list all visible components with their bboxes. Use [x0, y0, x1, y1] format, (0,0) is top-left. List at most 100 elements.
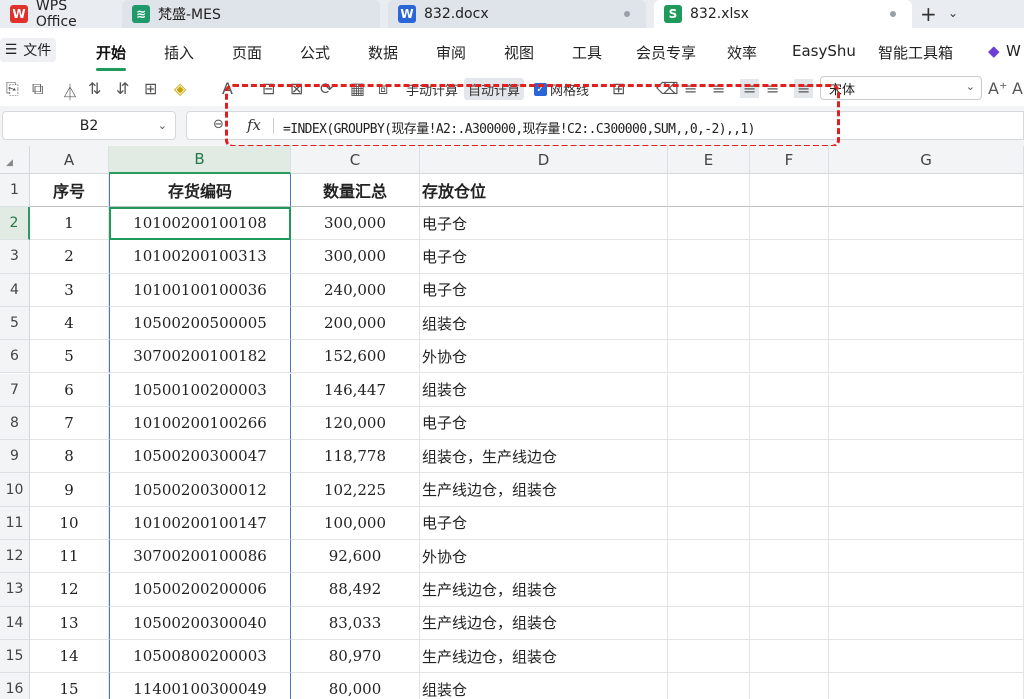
- empty-cell[interactable]: [750, 506, 829, 540]
- empty-cell[interactable]: [668, 207, 750, 241]
- header-cell-qty[interactable]: 数量汇总: [291, 174, 420, 207]
- row-header[interactable]: 16: [0, 673, 30, 699]
- col-header-c[interactable]: C: [291, 146, 420, 174]
- location-cell[interactable]: 电子仓: [420, 506, 668, 540]
- location-cell[interactable]: 外协仓: [420, 540, 668, 574]
- menu-page[interactable]: 页面: [232, 42, 262, 63]
- increase-font-icon[interactable]: A⁺: [988, 79, 1007, 98]
- empty-cell[interactable]: [750, 606, 829, 640]
- align-left-icon[interactable]: ≡: [766, 79, 779, 98]
- tab-xlsx[interactable]: S 832.xlsx: [654, 0, 912, 28]
- seq-cell[interactable]: 3: [30, 273, 109, 307]
- code-cell[interactable]: 30700200100086: [109, 540, 291, 574]
- empty-cell[interactable]: [668, 406, 750, 441]
- code-cell[interactable]: 10100200100108: [109, 207, 291, 241]
- location-cell[interactable]: 外协仓: [420, 340, 668, 374]
- qty-cell[interactable]: 92,600: [291, 540, 420, 574]
- empty-cell[interactable]: [668, 639, 750, 674]
- empty-cell[interactable]: [750, 673, 829, 699]
- tab-mes[interactable]: ≋ 梵盛-MES: [122, 0, 380, 28]
- decrease-font-icon[interactable]: A: [1012, 79, 1023, 98]
- col-header-d[interactable]: D: [420, 146, 668, 174]
- location-cell[interactable]: 生产线边仓，组装仓: [420, 573, 668, 607]
- empty-cell[interactable]: [668, 306, 750, 341]
- align-middle-icon[interactable]: ≡: [712, 79, 725, 98]
- tab-list-chevron-icon[interactable]: ⌄: [948, 6, 958, 20]
- col-header-a[interactable]: A: [30, 146, 109, 174]
- empty-cell[interactable]: [829, 639, 1024, 674]
- sort-desc-icon[interactable]: ⇵: [116, 79, 129, 98]
- empty-cell[interactable]: [750, 639, 829, 674]
- auto-calc-button[interactable]: 自动计算: [464, 78, 525, 100]
- ai-menu-icon[interactable]: ◆: [988, 42, 1000, 60]
- location-cell[interactable]: 组装仓: [420, 673, 668, 699]
- code-cell[interactable]: 10500100200003: [109, 373, 291, 407]
- menu-member[interactable]: 会员专享: [636, 42, 696, 63]
- col-header-e[interactable]: E: [668, 146, 750, 174]
- qty-cell[interactable]: 100,000: [291, 506, 420, 540]
- menu-view[interactable]: 视图: [504, 42, 534, 63]
- location-cell[interactable]: 电子仓: [420, 207, 668, 241]
- paste-special-icon[interactable]: ⧉: [32, 79, 43, 99]
- location-cell[interactable]: 电子仓: [420, 240, 668, 274]
- row-header[interactable]: 8: [0, 406, 30, 441]
- empty-cell[interactable]: [668, 174, 750, 207]
- insert-row-icon[interactable]: ⊟: [262, 79, 275, 98]
- empty-cell[interactable]: [829, 440, 1024, 474]
- empty-cell[interactable]: [750, 573, 829, 607]
- qty-cell[interactable]: 118,778: [291, 440, 420, 474]
- name-box[interactable]: B2 ⌄: [2, 111, 176, 140]
- qty-cell[interactable]: 146,447: [291, 373, 420, 407]
- filter-icon[interactable]: ⏃: [62, 79, 78, 103]
- col-header-f[interactable]: F: [750, 146, 829, 174]
- qty-cell[interactable]: 120,000: [291, 406, 420, 441]
- empty-cell[interactable]: [668, 340, 750, 374]
- menu-cut-label[interactable]: W: [1006, 42, 1021, 60]
- empty-cell[interactable]: [750, 440, 829, 474]
- empty-cell[interactable]: [829, 273, 1024, 307]
- empty-cell[interactable]: [750, 273, 829, 307]
- row-header[interactable]: 13: [0, 573, 30, 607]
- empty-cell[interactable]: [829, 207, 1024, 241]
- row-header[interactable]: 5: [0, 306, 30, 341]
- empty-cell[interactable]: [668, 540, 750, 574]
- empty-cell[interactable]: [668, 473, 750, 507]
- qty-cell[interactable]: 300,000: [291, 240, 420, 274]
- empty-cell[interactable]: [829, 673, 1024, 699]
- code-cell[interactable]: 10100200100147: [109, 506, 291, 540]
- code-cell[interactable]: 10500200500005: [109, 306, 291, 341]
- header-cell-location[interactable]: 存放仓位: [420, 174, 668, 207]
- font-color-icon[interactable]: A: [222, 79, 233, 98]
- gridlines-toggle[interactable]: ✓ 网格线: [530, 78, 593, 100]
- empty-cell[interactable]: [829, 306, 1024, 341]
- empty-cell[interactable]: [750, 340, 829, 374]
- tab-wps-office[interactable]: W WPS Office: [0, 0, 112, 30]
- code-cell[interactable]: 10100100100036: [109, 273, 291, 307]
- qty-cell[interactable]: 240,000: [291, 273, 420, 307]
- row-header[interactable]: 11: [0, 506, 30, 540]
- empty-cell[interactable]: [668, 240, 750, 274]
- empty-cell[interactable]: [829, 373, 1024, 407]
- manual-calc-button[interactable]: 手动计算: [402, 78, 462, 100]
- menu-data[interactable]: 数据: [368, 42, 398, 63]
- location-cell[interactable]: 组装仓，生产线边仓: [420, 440, 668, 474]
- row-header[interactable]: 15: [0, 639, 30, 674]
- empty-cell[interactable]: [829, 506, 1024, 540]
- location-cell[interactable]: 生产线边仓，组装仓: [420, 639, 668, 674]
- recalc-icon[interactable]: ⟳: [320, 79, 333, 98]
- code-cell[interactable]: 10500200300012: [109, 473, 291, 507]
- empty-cell[interactable]: [750, 306, 829, 341]
- empty-cell[interactable]: [750, 240, 829, 274]
- tab-docx[interactable]: W 832.docx: [388, 0, 646, 28]
- code-cell[interactable]: 10500200300040: [109, 606, 291, 640]
- row-header[interactable]: 9: [0, 440, 30, 474]
- empty-cell[interactable]: [829, 340, 1024, 374]
- format-painter-icon[interactable]: ⎘: [6, 79, 19, 99]
- menu-efficiency[interactable]: 效率: [727, 42, 757, 63]
- qty-cell[interactable]: 88,492: [291, 573, 420, 607]
- row-header[interactable]: 2: [0, 207, 30, 241]
- location-cell[interactable]: 生产线边仓，组装仓: [420, 473, 668, 507]
- seq-cell[interactable]: 9: [30, 473, 109, 507]
- empty-cell[interactable]: [750, 473, 829, 507]
- row-header[interactable]: 14: [0, 606, 30, 640]
